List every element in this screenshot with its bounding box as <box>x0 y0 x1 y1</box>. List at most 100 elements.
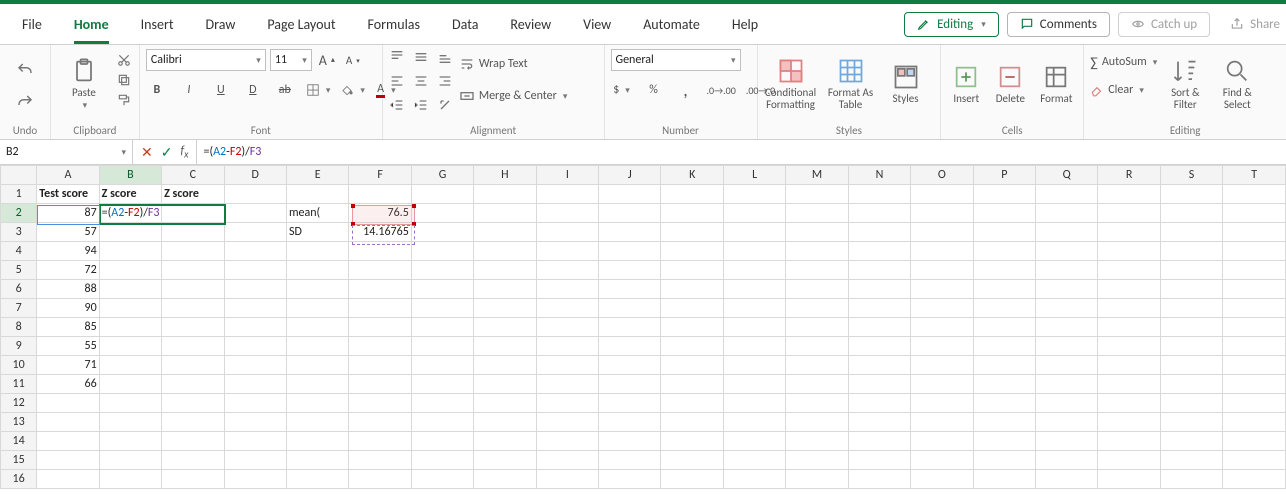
cell[interactable] <box>599 242 661 261</box>
cell[interactable] <box>911 318 973 337</box>
cell[interactable] <box>973 432 1035 451</box>
cell[interactable]: 66 <box>37 375 99 394</box>
cell[interactable]: 55 <box>37 337 99 356</box>
cell[interactable] <box>536 375 598 394</box>
name-box[interactable]: B2 ▾ <box>0 140 133 164</box>
borders-button[interactable]: ▾ <box>306 79 331 101</box>
cell[interactable] <box>536 318 598 337</box>
cell[interactable] <box>411 223 473 242</box>
align-right-icon[interactable] <box>437 73 453 89</box>
cell[interactable] <box>973 337 1035 356</box>
cell[interactable] <box>661 280 723 299</box>
cell[interactable] <box>848 451 910 470</box>
tab-automate[interactable]: Automate <box>627 4 716 44</box>
column-header[interactable]: R <box>1098 166 1160 185</box>
spreadsheet-grid[interactable]: ABCDEFGHIJKLMNOPQRST1Test scoreZ scoreZ … <box>0 165 1286 504</box>
cell[interactable] <box>1036 375 1098 394</box>
cell[interactable] <box>536 337 598 356</box>
cell[interactable]: SD <box>286 223 348 242</box>
cell[interactable] <box>723 451 785 470</box>
cell[interactable] <box>661 432 723 451</box>
column-header[interactable]: O <box>911 166 973 185</box>
cell[interactable] <box>224 375 286 394</box>
cell[interactable] <box>848 223 910 242</box>
cell[interactable] <box>99 356 161 375</box>
cell[interactable] <box>1098 204 1160 223</box>
copy-icon[interactable] <box>117 73 131 87</box>
column-header[interactable]: B <box>99 166 161 185</box>
format-as-table-button[interactable]: Format As Table <box>824 49 878 119</box>
cell[interactable] <box>536 204 598 223</box>
cell[interactable] <box>162 242 224 261</box>
cell[interactable] <box>411 356 473 375</box>
cell[interactable] <box>349 299 411 318</box>
cell[interactable] <box>723 337 785 356</box>
cell[interactable] <box>162 394 224 413</box>
cell[interactable] <box>723 318 785 337</box>
cell[interactable] <box>1098 337 1160 356</box>
column-header[interactable]: N <box>848 166 910 185</box>
percent-format-button[interactable]: % <box>643 79 665 101</box>
cell[interactable] <box>162 204 224 223</box>
cell[interactable] <box>1036 299 1098 318</box>
cell[interactable] <box>723 413 785 432</box>
cell[interactable] <box>1160 318 1222 337</box>
cell[interactable] <box>536 394 598 413</box>
column-header[interactable]: F <box>349 166 411 185</box>
cell[interactable]: =(A2-F2)/F3 <box>99 204 161 223</box>
cell[interactable] <box>474 299 536 318</box>
cell[interactable] <box>723 242 785 261</box>
cell[interactable] <box>1223 185 1286 204</box>
cell[interactable] <box>1098 242 1160 261</box>
cell[interactable] <box>973 280 1035 299</box>
cell[interactable] <box>349 451 411 470</box>
cell[interactable] <box>411 337 473 356</box>
cell[interactable] <box>1098 432 1160 451</box>
align-top-icon[interactable] <box>389 49 405 65</box>
cell[interactable] <box>848 299 910 318</box>
cell[interactable] <box>1036 432 1098 451</box>
merge-center-button[interactable]: Merge & Center ▾ <box>459 85 568 107</box>
cell[interactable] <box>599 299 661 318</box>
cell[interactable] <box>1098 299 1160 318</box>
cell[interactable] <box>599 318 661 337</box>
cell[interactable] <box>286 375 348 394</box>
cell[interactable] <box>786 223 848 242</box>
cell[interactable]: 87 <box>37 204 99 223</box>
align-middle-icon[interactable] <box>413 49 429 65</box>
cell[interactable] <box>1160 394 1222 413</box>
tab-formulas[interactable]: Formulas <box>352 4 436 44</box>
cell[interactable]: 57 <box>37 223 99 242</box>
cell[interactable] <box>1098 280 1160 299</box>
cell[interactable] <box>1160 432 1222 451</box>
cell[interactable] <box>474 185 536 204</box>
cell[interactable] <box>162 318 224 337</box>
cell[interactable]: 71 <box>37 356 99 375</box>
cell[interactable] <box>1223 356 1286 375</box>
double-underline-button[interactable]: D <box>242 79 264 101</box>
cell[interactable] <box>99 413 161 432</box>
comments-button[interactable]: Comments <box>1007 12 1110 37</box>
cell[interactable] <box>723 299 785 318</box>
cell[interactable] <box>224 470 286 489</box>
cell[interactable] <box>1036 394 1098 413</box>
cell[interactable] <box>162 261 224 280</box>
conditional-formatting-button[interactable]: Conditional Formatting <box>764 49 818 119</box>
cell[interactable] <box>723 432 785 451</box>
cell[interactable] <box>1160 470 1222 489</box>
cell[interactable] <box>1160 413 1222 432</box>
editing-mode-button[interactable]: Editing ▾ <box>904 12 999 37</box>
cell[interactable] <box>848 394 910 413</box>
cell[interactable] <box>911 280 973 299</box>
cell[interactable] <box>224 299 286 318</box>
cell[interactable] <box>661 394 723 413</box>
cell[interactable] <box>911 356 973 375</box>
row-header[interactable]: 4 <box>1 242 37 261</box>
cell[interactable] <box>99 451 161 470</box>
cell[interactable] <box>786 337 848 356</box>
cell[interactable] <box>973 394 1035 413</box>
cell[interactable] <box>1036 261 1098 280</box>
increase-decimal-button[interactable]: .0→.00 <box>707 79 736 101</box>
column-header[interactable]: D <box>224 166 286 185</box>
cell[interactable] <box>786 394 848 413</box>
